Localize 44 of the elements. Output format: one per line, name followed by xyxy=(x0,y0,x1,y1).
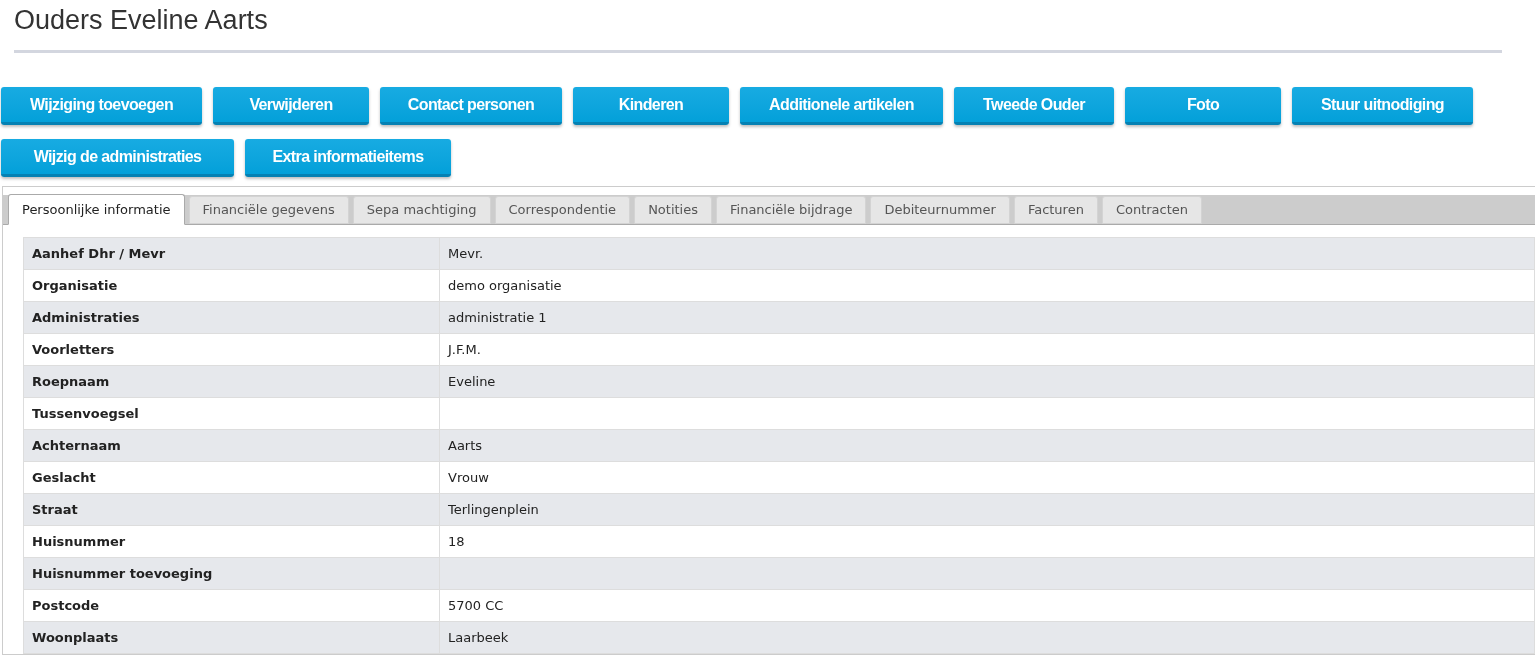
tab[interactable]: Financiële gegevens xyxy=(188,196,349,224)
field-value: administratie 1 xyxy=(439,301,1535,334)
field-label: Tussenvoegsel xyxy=(23,397,440,430)
field-value: Aarts xyxy=(439,429,1535,462)
tab[interactable]: Financiële bijdrage xyxy=(716,196,867,224)
tab[interactable]: Persoonlijke informatie xyxy=(8,194,185,225)
action-button[interactable]: Stuur uitnodiging xyxy=(1292,87,1473,125)
action-button[interactable]: Additionele artikelen xyxy=(740,87,943,125)
tab[interactable]: Notities xyxy=(634,196,712,224)
field-value: Terlingenplein xyxy=(439,493,1535,526)
action-button[interactable]: Wijzig de administraties xyxy=(1,139,234,177)
field-value: 18 xyxy=(439,525,1535,558)
field-label: Woonplaats xyxy=(23,621,440,654)
action-button[interactable]: Verwijderen xyxy=(213,87,369,125)
field-value: demo organisatie xyxy=(439,269,1535,302)
field-value: J.F.M. xyxy=(439,333,1535,366)
tab[interactable]: Debiteurnummer xyxy=(870,196,1010,224)
field-value: Laarbeek xyxy=(439,621,1535,654)
action-button[interactable]: Tweede Ouder xyxy=(954,87,1114,125)
field-label: Geslacht xyxy=(23,461,440,494)
field-label: Huisnummer toevoeging xyxy=(23,557,440,590)
tab[interactable]: Contracten xyxy=(1101,196,1203,224)
field-label: Postcode xyxy=(23,589,440,622)
field-value: 5700 CC xyxy=(439,589,1535,622)
action-button[interactable]: Extra informatieitems xyxy=(245,139,451,177)
field-label: Achternaam xyxy=(23,429,440,462)
tab[interactable]: Facturen xyxy=(1013,196,1098,224)
field-label: Administraties xyxy=(23,301,440,334)
tab[interactable]: Correspondentie xyxy=(494,196,631,224)
field-value: Vrouw xyxy=(439,461,1535,494)
tab[interactable]: Sepa machtiging xyxy=(352,196,491,224)
field-label: Voorletters xyxy=(23,333,440,366)
action-button[interactable]: Contact personen xyxy=(380,87,562,125)
page-title: Ouders Eveline Aarts xyxy=(14,4,268,36)
action-button[interactable]: Foto xyxy=(1125,87,1281,125)
field-value: Eveline xyxy=(439,365,1535,398)
action-button[interactable]: Kinderen xyxy=(573,87,729,125)
field-label: Roepnaam xyxy=(23,365,440,398)
field-label: Straat xyxy=(23,493,440,526)
field-label: Huisnummer xyxy=(23,525,440,558)
action-button[interactable]: Wijziging toevoegen xyxy=(1,87,202,125)
field-label: Aanhef Dhr / Mevr xyxy=(23,237,440,270)
field-label: Organisatie xyxy=(23,269,440,302)
field-value: Mevr. xyxy=(439,237,1535,270)
